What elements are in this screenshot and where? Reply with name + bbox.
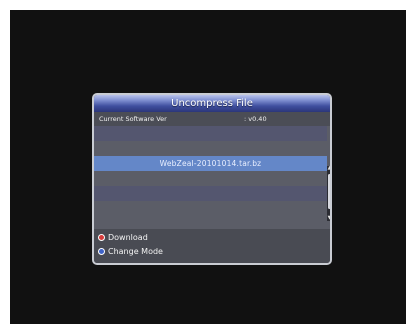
- change-mode-label: Change Mode: [108, 247, 163, 256]
- list-item[interactable]: [94, 141, 327, 156]
- uncompress-file-dialog: Uncompress File Current Software Ver : v…: [92, 93, 332, 265]
- change-mode-hint[interactable]: Change Mode: [98, 246, 163, 258]
- scroll-thumb[interactable]: [328, 174, 330, 209]
- blue-button-icon: [98, 248, 105, 255]
- red-button-icon: [98, 234, 105, 241]
- software-version-value: : v0.40: [244, 115, 267, 123]
- tv-screen: Uncompress File Current Software Ver : v…: [10, 10, 406, 324]
- list-item-selected[interactable]: WebZeal-20101014.tar.bz: [94, 156, 327, 171]
- dialog-footer: Download Change Mode: [94, 229, 330, 263]
- list-item[interactable]: [94, 171, 327, 186]
- scroll-down-arrow-icon[interactable]: ▼: [327, 216, 330, 221]
- file-list: WebZeal-20101014.tar.bz ▲ ▼: [94, 126, 330, 229]
- software-version-label: Current Software Ver: [99, 115, 167, 123]
- download-label: Download: [108, 233, 148, 242]
- list-item[interactable]: [94, 201, 327, 216]
- download-hint[interactable]: Download: [98, 232, 148, 244]
- list-item[interactable]: [94, 126, 327, 141]
- list-scrollbar[interactable]: ▲ ▼: [327, 166, 330, 221]
- software-version-row: Current Software Ver : v0.40: [94, 112, 330, 126]
- dialog-title: Uncompress File: [94, 95, 330, 112]
- scroll-up-arrow-icon[interactable]: ▲: [327, 166, 330, 171]
- list-item[interactable]: [94, 186, 327, 201]
